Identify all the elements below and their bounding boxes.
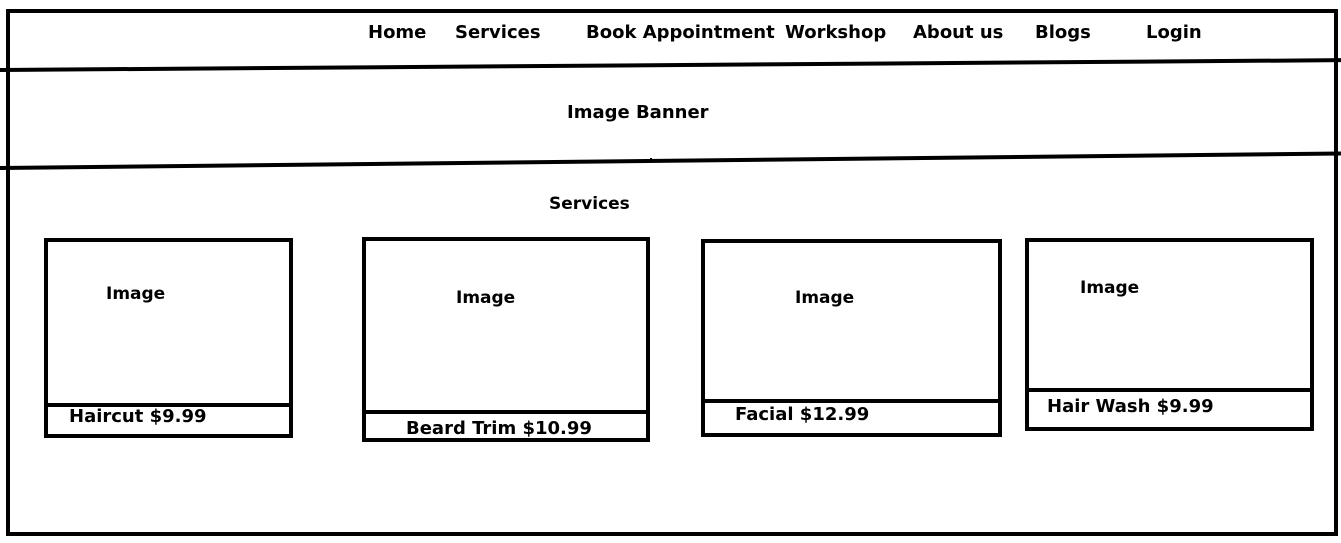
nav-workshop[interactable]: Workshop (785, 22, 886, 44)
services-title: Services (549, 194, 630, 214)
image-label: Image (456, 288, 516, 308)
banner-speck (650, 158, 652, 160)
service-card-hair-wash[interactable]: Image Hair Wash $9.99 (1025, 238, 1314, 431)
service-card-beard-trim[interactable]: Image Beard Trim $10.99 (362, 237, 650, 442)
service-card-facial[interactable]: Image Facial $12.99 (701, 239, 1002, 437)
service-image-placeholder: Image (366, 241, 646, 414)
nav-home[interactable]: Home (368, 22, 426, 44)
nav-book-appointment[interactable]: Book Appointment (586, 22, 775, 44)
image-label: Image (1080, 278, 1140, 298)
nav-about-us[interactable]: About us (913, 22, 1003, 44)
service-caption: Beard Trim $10.99 (406, 418, 592, 439)
nav-login[interactable]: Login (1146, 22, 1202, 44)
service-caption: Hair Wash $9.99 (1047, 396, 1214, 417)
nav-services[interactable]: Services (455, 22, 541, 44)
service-image-placeholder: Image (48, 242, 289, 407)
image-label: Image (795, 288, 855, 308)
service-card-haircut[interactable]: Image Haircut $9.99 (44, 238, 293, 438)
service-caption: Haircut $9.99 (69, 406, 207, 427)
image-label: Image (106, 284, 166, 304)
service-caption: Facial $12.99 (735, 404, 870, 425)
image-banner-label: Image Banner (567, 102, 709, 123)
nav-blogs[interactable]: Blogs (1035, 22, 1091, 44)
service-image-placeholder: Image (705, 243, 998, 403)
service-image-placeholder: Image (1029, 242, 1310, 392)
